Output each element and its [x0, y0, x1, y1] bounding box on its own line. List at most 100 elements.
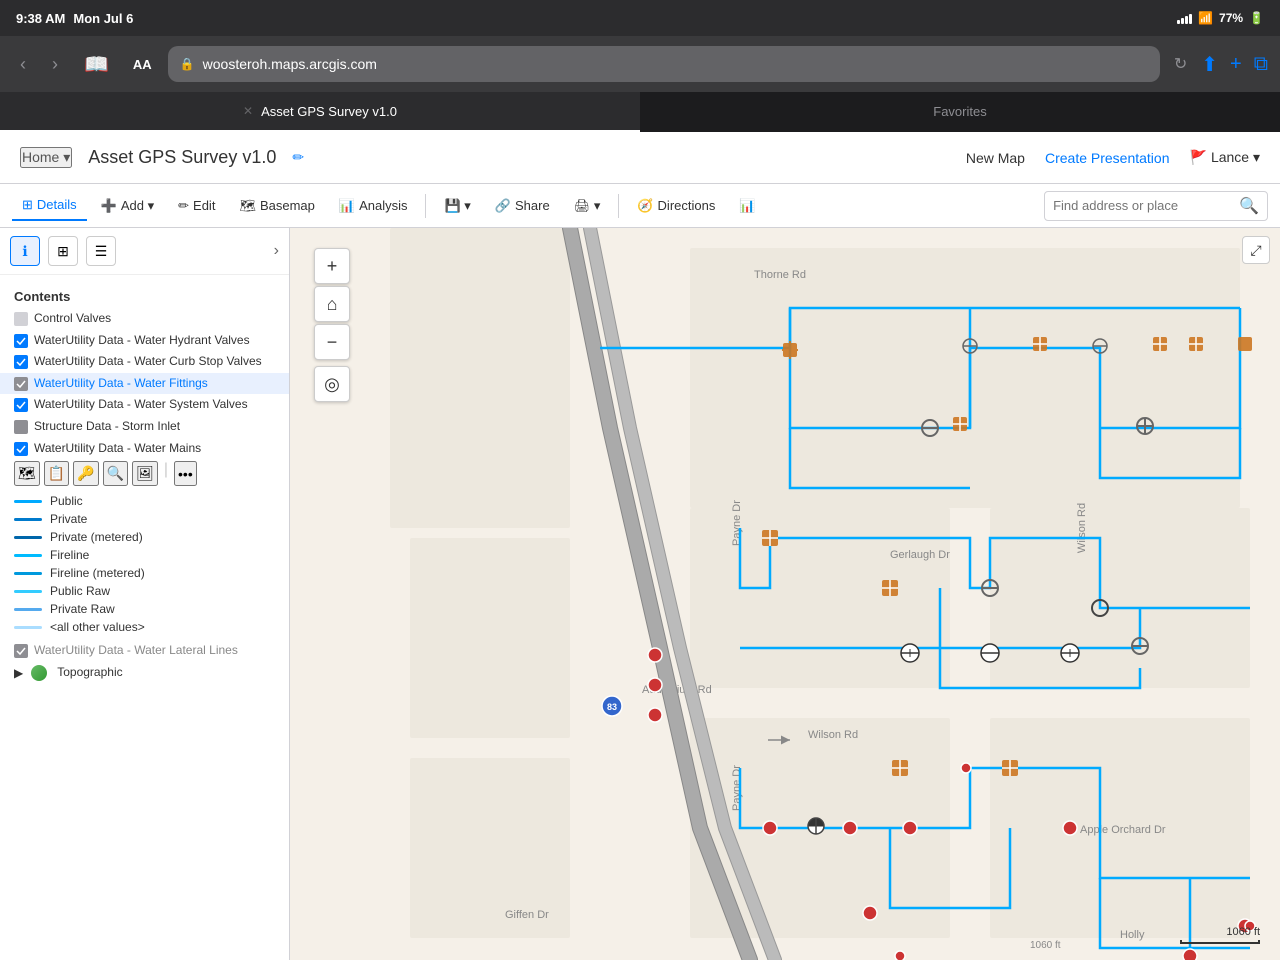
- bookmarks-button[interactable]: 📖: [76, 48, 117, 81]
- share-icon: 🔗: [495, 198, 511, 214]
- add-icon: ➕: [101, 198, 117, 214]
- label-control-valves: Control Valves: [34, 311, 111, 327]
- checkbox-water-curb[interactable]: [14, 355, 28, 369]
- sidebar-content: Contents Control Valves WaterUtility Dat…: [0, 275, 289, 960]
- create-presentation-button[interactable]: Create Presentation: [1045, 150, 1170, 166]
- checkbox-water-hydrant[interactable]: [14, 334, 28, 348]
- legend-public-raw: Public Raw: [14, 582, 275, 600]
- add-button[interactable]: ➕ Add ▾: [91, 192, 164, 220]
- share-label: Share: [515, 198, 550, 213]
- status-bar: 9:38 AM Mon Jul 6 📶 77% 🔋: [0, 0, 1280, 36]
- scale-bar: 1060 ft: [1180, 926, 1260, 944]
- separator-2: [618, 194, 619, 218]
- label-water-curb: WaterUtility Data - Water Curb Stop Valv…: [34, 354, 262, 370]
- header-actions: New Map Create Presentation 🚩 Lance ▾: [966, 149, 1260, 166]
- signal-icon: [1177, 12, 1192, 24]
- scale-line: [1180, 940, 1260, 944]
- legend-fireline: Fireline: [14, 546, 275, 564]
- basemap-label: Basemap: [260, 198, 315, 213]
- save-label: 💾 ▾: [444, 198, 470, 214]
- sidebar-top: ℹ ⊞ ☰ ›: [0, 228, 289, 275]
- reader-mode-button[interactable]: AA: [127, 53, 158, 76]
- details-button[interactable]: ⊞ Details: [12, 191, 87, 221]
- close-tab-icon[interactable]: ✕: [243, 104, 253, 118]
- info-panel-button[interactable]: ℹ: [10, 236, 40, 266]
- chart-button[interactable]: 📊: [729, 192, 765, 220]
- checkbox-water-lateral[interactable]: [14, 644, 28, 658]
- legend-icon-search[interactable]: 🔍: [103, 461, 128, 486]
- analysis-button[interactable]: 📊 Analysis: [329, 192, 418, 220]
- label-topographic: Topographic: [57, 665, 122, 681]
- legend-label-public: Public: [50, 494, 83, 508]
- checkbox-control-valves[interactable]: [14, 312, 28, 326]
- share-button[interactable]: ⬆: [1201, 52, 1218, 77]
- zoom-out-button[interactable]: −: [314, 324, 350, 360]
- list-icon: ☰: [95, 243, 108, 260]
- save-button[interactable]: 💾 ▾: [434, 192, 480, 220]
- user-label: Lance ▾: [1211, 149, 1260, 166]
- search-input[interactable]: [1053, 198, 1233, 213]
- tab-asset-gps[interactable]: ✕ Asset GPS Survey v1.0: [0, 92, 640, 132]
- grid-panel-button[interactable]: ⊞: [48, 236, 78, 266]
- svg-text:83: 83: [607, 702, 617, 712]
- battery-level: 77%: [1219, 11, 1243, 25]
- tabs-button[interactable]: ⧉: [1254, 53, 1268, 76]
- legend-label-other-values: <all other values>: [50, 620, 145, 634]
- sidebar-collapse-button[interactable]: ›: [274, 242, 279, 260]
- new-map-button[interactable]: New Map: [966, 150, 1025, 166]
- legend-line-public-raw: [14, 590, 42, 593]
- contents-title: Contents: [0, 283, 289, 308]
- tab-favorites[interactable]: Favorites: [640, 92, 1280, 132]
- layer-storm-inlet[interactable]: Structure Data - Storm Inlet: [0, 416, 289, 438]
- svg-text:Giffen Dr: Giffen Dr: [505, 909, 549, 921]
- checkbox-water-fittings[interactable]: [14, 377, 28, 391]
- list-panel-button[interactable]: ☰: [86, 236, 116, 266]
- search-box[interactable]: 🔍: [1044, 191, 1268, 221]
- share-toolbar-button[interactable]: 🔗 Share: [485, 192, 560, 220]
- basemap-button[interactable]: 🗺 Basemap: [229, 192, 324, 220]
- layer-water-curb[interactable]: WaterUtility Data - Water Curb Stop Valv…: [0, 351, 289, 373]
- home-button[interactable]: Home ▾: [20, 147, 72, 168]
- layer-water-hydrant[interactable]: WaterUtility Data - Water Hydrant Valves: [0, 330, 289, 352]
- legend-icon-filter[interactable]: 🔑: [73, 461, 98, 486]
- layer-water-mains[interactable]: WaterUtility Data - Water Mains: [0, 438, 289, 460]
- app-header: Home ▾ Asset GPS Survey v1.0 ✏ New Map C…: [0, 132, 1280, 184]
- reload-button[interactable]: ↻: [1170, 50, 1191, 78]
- layer-water-lateral[interactable]: WaterUtility Data - Water Lateral Lines: [0, 640, 289, 662]
- legend-icon-more[interactable]: •••: [174, 461, 197, 486]
- map-area[interactable]: Thorne Rd Payne Dr Payne Dr Wilson Rd Ge…: [290, 228, 1280, 960]
- edit-title-icon[interactable]: ✏: [292, 149, 304, 166]
- legend-icon-image[interactable]: 🖼: [132, 461, 158, 486]
- legend-label-public-raw: Public Raw: [50, 584, 110, 598]
- checkbox-water-system-valves[interactable]: [14, 398, 28, 412]
- layer-water-fittings[interactable]: WaterUtility Data - Water Fittings: [0, 373, 289, 395]
- new-tab-button[interactable]: +: [1230, 53, 1242, 76]
- checkbox-water-mains[interactable]: [14, 442, 28, 456]
- url-bar[interactable]: 🔒 woosteroh.maps.arcgis.com: [168, 46, 1160, 82]
- legend-label-private-raw: Private Raw: [50, 602, 115, 616]
- directions-button[interactable]: 🧭 Directions: [627, 192, 725, 220]
- layer-water-system-valves[interactable]: WaterUtility Data - Water System Valves: [0, 394, 289, 416]
- legend-line-fireline: [14, 554, 42, 557]
- layer-topographic[interactable]: ▶ Topographic: [0, 662, 289, 684]
- print-button[interactable]: 🖨 ▾: [564, 192, 611, 220]
- expand-topographic-icon[interactable]: ▶: [14, 666, 23, 680]
- directions-icon: 🧭: [637, 198, 653, 214]
- home-extent-button[interactable]: ⌂: [314, 286, 350, 322]
- legend-private-raw: Private Raw: [14, 600, 275, 618]
- legend-icon-table[interactable]: 📋: [44, 461, 69, 486]
- browser-actions: ⬆ + ⧉: [1201, 52, 1268, 77]
- checkbox-storm-inlet[interactable]: [14, 420, 28, 434]
- edit-button[interactable]: ✏ Edit: [168, 192, 225, 220]
- legend-icon-map[interactable]: 🗺: [14, 461, 40, 486]
- user-icon: 🚩: [1190, 149, 1207, 166]
- expand-map-button[interactable]: ⤢: [1242, 236, 1270, 264]
- user-menu-button[interactable]: 🚩 Lance ▾: [1190, 149, 1261, 166]
- back-button[interactable]: ‹: [12, 50, 34, 79]
- layer-control-valves[interactable]: Control Valves: [0, 308, 289, 330]
- scale-label: 1060 ft: [1226, 926, 1260, 938]
- zoom-in-button[interactable]: +: [314, 248, 350, 284]
- forward-button[interactable]: ›: [44, 50, 66, 79]
- locate-button[interactable]: ◎: [314, 366, 350, 402]
- svg-text:Wilson Rd: Wilson Rd: [808, 729, 858, 741]
